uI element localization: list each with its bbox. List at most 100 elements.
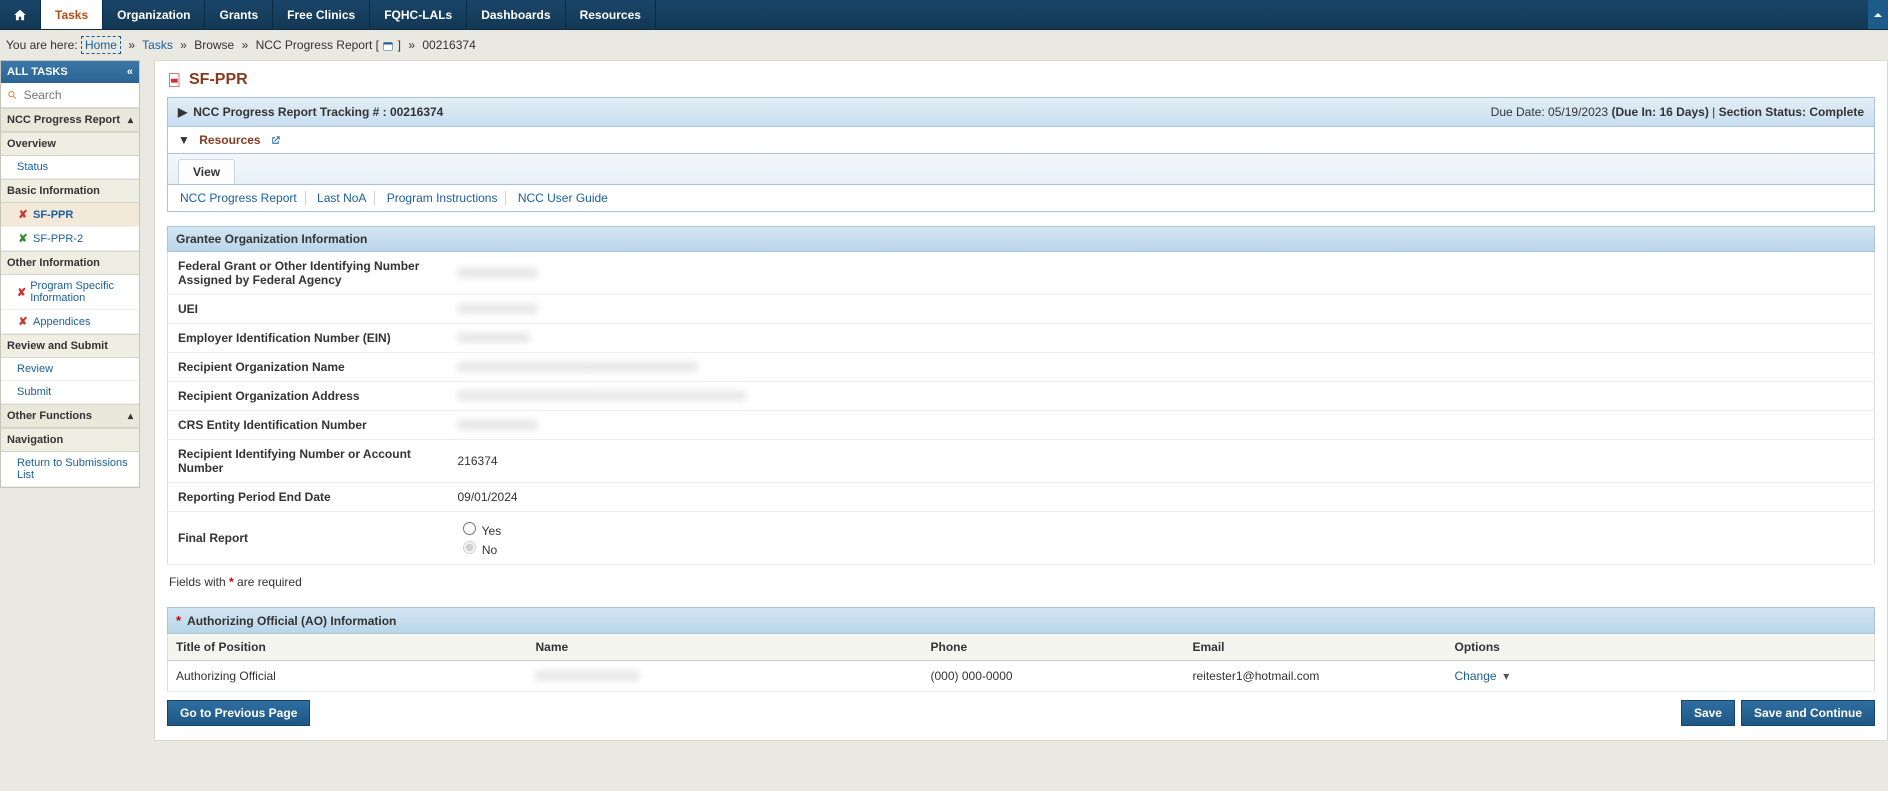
save-continue-button[interactable]: Save and Continue xyxy=(1741,700,1875,726)
radio-yes[interactable]: Yes xyxy=(458,524,502,538)
button-row: Go to Previous Page Save Save and Contin… xyxy=(167,700,1875,726)
sidebar-review[interactable]: Review xyxy=(1,358,139,381)
chevron-down-icon: ▾ xyxy=(1500,669,1509,683)
tab-view[interactable]: View xyxy=(178,159,235,184)
sidebar-other-functions-label: Other Functions xyxy=(7,410,92,422)
nav-fqhc-lals[interactable]: FQHC-LALs xyxy=(370,0,467,29)
ao-options: Change ▾ xyxy=(1447,661,1875,692)
navbar-expand[interactable] xyxy=(1868,0,1888,29)
ao-title: Authorizing Official xyxy=(168,661,528,692)
field-value: XXXXXXXXXX xyxy=(448,295,1875,324)
page-title: SF-PPR xyxy=(167,71,1875,89)
nav-free-clinics[interactable]: Free Clinics xyxy=(273,0,370,29)
field-value: XXXXXXXXXX xyxy=(448,411,1875,440)
field-label: Final Report xyxy=(168,512,448,565)
resources-bar: ▼ Resources xyxy=(167,127,1875,154)
breadcrumb-report: NCC Progress Report xyxy=(256,38,373,52)
home-icon xyxy=(12,8,28,22)
chevron-right-icon[interactable]: ▶ xyxy=(178,105,187,119)
tracking-bar: ▶ NCC Progress Report Tracking # : 00216… xyxy=(167,97,1875,127)
table-row: Recipient Organization Address XXXXXXXXX… xyxy=(168,382,1875,411)
sidebar-sfppr[interactable]: ✘ SF-PPR xyxy=(1,203,139,227)
field-value: XXXXXXXXXXXXXXXXXXXXXXXXXXXXXXXXXXXX xyxy=(448,382,1875,411)
nav-resources[interactable]: Resources xyxy=(566,0,656,29)
breadcrumb-home[interactable]: Home xyxy=(81,36,121,54)
required-note: Fields with * are required xyxy=(167,565,1875,593)
link-last-noa[interactable]: Last NoA xyxy=(309,191,375,205)
nav-organization[interactable]: Organization xyxy=(103,0,205,29)
tracking-text: NCC Progress Report Tracking # : 0021637… xyxy=(193,105,443,119)
breadcrumb-browse: Browse xyxy=(194,38,234,52)
chevron-down-icon[interactable]: ▼ xyxy=(178,133,190,147)
nav-home[interactable] xyxy=(0,0,41,29)
section-status-label: Section Status: xyxy=(1719,105,1806,119)
field-value: XXXXXXXXX xyxy=(448,324,1875,353)
sidebar-sfppr2-label: SF-PPR-2 xyxy=(33,233,83,245)
nav-grants[interactable]: Grants xyxy=(205,0,273,29)
save-button[interactable]: Save xyxy=(1681,700,1735,726)
sidebar-sfppr-label: SF-PPR xyxy=(33,209,73,221)
field-label: Recipient Organization Name xyxy=(168,353,448,382)
pdf-icon xyxy=(167,72,183,88)
grantee-form-table: Federal Grant or Other Identifying Numbe… xyxy=(167,252,1875,565)
link-user-guide[interactable]: NCC User Guide xyxy=(510,191,616,205)
sidebar-return-submissions[interactable]: Return to Submissions List xyxy=(1,452,139,487)
sidebar-all-tasks[interactable]: ALL TASKS « xyxy=(1,61,139,83)
field-label: Recipient Identifying Number or Account … xyxy=(168,440,448,483)
x-icon: ✘ xyxy=(17,315,29,328)
external-link-icon[interactable] xyxy=(270,133,281,147)
ao-col-name: Name xyxy=(528,634,923,661)
sidebar-program-specific-label: Program Specific Information xyxy=(30,280,133,304)
field-value: Yes No xyxy=(448,512,1875,565)
field-label: UEI xyxy=(168,295,448,324)
sidebar-program-specific[interactable]: ✘ Program Specific Information xyxy=(1,275,139,310)
search-input[interactable] xyxy=(22,87,133,103)
sidebar-appendices-label: Appendices xyxy=(33,316,91,328)
sidebar-search[interactable] xyxy=(1,83,139,108)
sidebar-ncc-progress[interactable]: NCC Progress Report xyxy=(1,108,139,132)
table-row: CRS Entity Identification Number XXXXXXX… xyxy=(168,411,1875,440)
field-label: CRS Entity Identification Number xyxy=(168,411,448,440)
ao-col-phone: Phone xyxy=(923,634,1185,661)
ao-change-link[interactable]: Change ▾ xyxy=(1455,669,1510,683)
top-navbar: Tasks Organization Grants Free Clinics F… xyxy=(0,0,1888,30)
field-value: 09/01/2024 xyxy=(448,483,1875,512)
x-icon: ✘ xyxy=(17,232,29,245)
collapse-icon[interactable]: « xyxy=(127,66,133,78)
sidebar-all-tasks-label: ALL TASKS xyxy=(7,66,68,78)
sidebar-submit[interactable]: Submit xyxy=(1,381,139,404)
nav-tasks[interactable]: Tasks xyxy=(41,0,103,29)
section-status: Complete xyxy=(1809,105,1864,119)
resources-label: Resources xyxy=(199,133,260,147)
link-program-instructions[interactable]: Program Instructions xyxy=(379,191,507,205)
table-row: Recipient Organization Name XXXXXXXXXXXX… xyxy=(168,353,1875,382)
breadcrumb-tasks[interactable]: Tasks xyxy=(142,38,173,52)
breadcrumb: You are here: Home » Tasks » Browse » NC… xyxy=(0,30,1888,60)
field-value: XXXXXXXXXXXXXXXXXXXXXXXXXXXXXX xyxy=(448,353,1875,382)
ao-col-email: Email xyxy=(1185,634,1447,661)
due-date-label: Due Date: xyxy=(1491,105,1545,119)
sidebar-appendices[interactable]: ✘ Appendices xyxy=(1,310,139,334)
sidebar-other-info: Other Information xyxy=(1,251,139,275)
sidebar-status[interactable]: Status xyxy=(1,156,139,179)
radio-yes-input[interactable] xyxy=(463,522,476,535)
link-ncc-report[interactable]: NCC Progress Report xyxy=(180,191,306,205)
main-content: SF-PPR ▶ NCC Progress Report Tracking # … xyxy=(154,60,1888,741)
sidebar-sfppr2[interactable]: ✘ SF-PPR-2 xyxy=(1,227,139,251)
table-row: Recipient Identifying Number or Account … xyxy=(168,440,1875,483)
prev-page-button[interactable]: Go to Previous Page xyxy=(167,700,310,726)
sidebar-navigation: Navigation xyxy=(1,428,139,452)
ao-col-title: Title of Position xyxy=(168,634,528,661)
ao-section-header: Authorizing Official (AO) Information xyxy=(167,607,1875,634)
sidebar-other-functions[interactable]: Other Functions xyxy=(1,404,139,428)
field-label: Recipient Organization Address xyxy=(168,382,448,411)
chevron-up-icon xyxy=(1873,10,1883,20)
table-row: Federal Grant or Other Identifying Numbe… xyxy=(168,252,1875,295)
ao-table: Title of Position Name Phone Email Optio… xyxy=(167,634,1875,692)
field-value: 216374 xyxy=(448,440,1875,483)
grantee-section-header: Grantee Organization Information xyxy=(167,226,1875,252)
table-row: Authorizing Official XXXXXXXXXXXXX (000)… xyxy=(168,661,1875,692)
nav-dashboards[interactable]: Dashboards xyxy=(467,0,565,29)
sidebar-ncc-progress-label: NCC Progress Report xyxy=(7,114,120,126)
field-value: XXXXXXXXXX xyxy=(448,252,1875,295)
